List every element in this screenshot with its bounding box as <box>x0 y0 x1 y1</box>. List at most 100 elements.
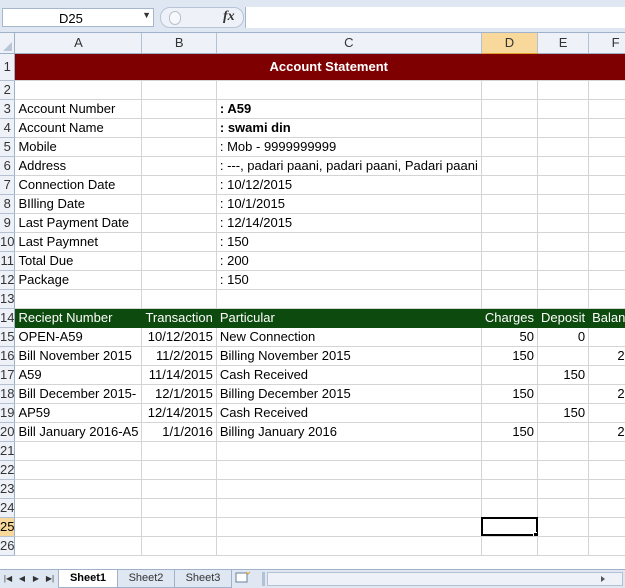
sheet-cell[interactable]: : Mob - 9999999999 <box>216 137 482 157</box>
sheet-cell[interactable]: Bill January 2016-A5 <box>14 422 143 442</box>
sheet-cell[interactable] <box>537 213 590 233</box>
sheet-cell[interactable] <box>588 536 625 556</box>
row-header[interactable]: 22 <box>0 460 16 480</box>
sheet-cell[interactable] <box>141 517 217 537</box>
sheet-cell[interactable] <box>14 536 143 556</box>
sheet-cell[interactable] <box>588 289 625 309</box>
sheet-cell[interactable] <box>481 175 539 195</box>
sheet-cell[interactable]: Last Paymnet <box>14 232 143 252</box>
sheet-cell[interactable]: 150 <box>481 422 539 442</box>
sheet-cell[interactable] <box>537 99 590 119</box>
sheet-cell[interactable] <box>588 498 625 518</box>
sheet-cell[interactable] <box>588 460 625 480</box>
sheet-cell[interactable] <box>216 441 482 461</box>
sheet-cell[interactable] <box>216 289 482 309</box>
column-header-a[interactable]: A <box>14 33 143 54</box>
table-header-cell[interactable]: Reciept Number <box>14 308 143 328</box>
sheet-cell[interactable] <box>481 365 539 385</box>
sheet-cell[interactable] <box>141 137 217 157</box>
sheet-cell[interactable] <box>481 403 539 423</box>
sheet-cell[interactable]: 50 <box>588 403 625 423</box>
tab-sheet1[interactable]: Sheet1 <box>58 570 118 588</box>
sheet-cell[interactable] <box>588 213 625 233</box>
sheet-cell[interactable]: Bill December 2015- <box>14 384 143 404</box>
row-header[interactable]: 23 <box>0 479 16 499</box>
sheet-cell[interactable] <box>141 479 217 499</box>
sheet-cell[interactable]: 50 <box>481 327 539 347</box>
sheet-cell[interactable]: : ---, padari paani, padari paani, Padar… <box>216 156 482 176</box>
sheet-cell[interactable] <box>537 289 590 309</box>
sheet-cell[interactable] <box>588 232 625 252</box>
sheet-cell[interactable]: : 200 <box>216 251 482 271</box>
sheet-cell[interactable]: 0 <box>537 327 590 347</box>
sheet-cell[interactable] <box>14 460 143 480</box>
sheet-cell[interactable]: 11/2/2015 <box>141 346 217 366</box>
last-sheet-icon[interactable]: ▶| <box>44 572 56 586</box>
sheet-cell[interactable] <box>537 118 590 138</box>
sheet-cell[interactable]: 150 <box>537 365 590 385</box>
sheet-cell[interactable] <box>141 175 217 195</box>
sheet-cell[interactable] <box>537 194 590 214</box>
sheet-cell[interactable] <box>14 498 143 518</box>
sheet-cell[interactable] <box>588 80 625 100</box>
sheet-cell[interactable] <box>481 80 539 100</box>
sheet-cell[interactable] <box>588 270 625 290</box>
sheet-cell[interactable]: Bill November 2015 <box>14 346 143 366</box>
tab-sheet2[interactable]: Sheet2 <box>117 570 175 588</box>
sheet-cell[interactable] <box>216 536 482 556</box>
sheet-cell[interactable]: New Connection <box>216 327 482 347</box>
sheet-cell[interactable] <box>14 517 143 537</box>
sheet-cell[interactable] <box>481 213 539 233</box>
sheet-cell[interactable] <box>537 479 590 499</box>
sheet-cell[interactable]: Cash Received <box>216 365 482 385</box>
table-header-cell[interactable]: Deposit <box>537 308 590 328</box>
sheet-cell[interactable] <box>481 251 539 271</box>
select-all-button[interactable] <box>0 33 16 54</box>
row-header[interactable]: 13 <box>0 289 16 309</box>
sheet-cell[interactable]: Account Name <box>14 118 143 138</box>
sheet-cell[interactable]: 12/1/2015 <box>141 384 217 404</box>
sheet-cell[interactable]: 50 <box>588 327 625 347</box>
sheet-cell[interactable] <box>141 441 217 461</box>
sheet-cell[interactable]: Mobile <box>14 137 143 157</box>
sheet-cell[interactable] <box>481 536 539 556</box>
row-header[interactable]: 26 <box>0 536 16 556</box>
sheet-cell[interactable] <box>481 517 539 537</box>
sheet-cell[interactable] <box>537 498 590 518</box>
insert-function-button[interactable]: fx <box>223 9 235 25</box>
sheet-cell[interactable]: 200 <box>588 384 625 404</box>
sheet-cell[interactable] <box>481 441 539 461</box>
sheet-cell[interactable]: Connection Date <box>14 175 143 195</box>
statement-title[interactable]: Account Statement <box>14 53 625 81</box>
row-header[interactable]: 7 <box>0 175 16 195</box>
sheet-cell[interactable]: 200 <box>588 422 625 442</box>
sheet-cell[interactable] <box>141 99 217 119</box>
sheet-cell[interactable] <box>537 251 590 271</box>
sheet-cell[interactable] <box>588 156 625 176</box>
row-header[interactable]: 4 <box>0 118 16 138</box>
sheet-cell[interactable]: OPEN-A59 <box>14 327 143 347</box>
sheet-cell[interactable] <box>537 80 590 100</box>
sheet-cell[interactable]: : 150 <box>216 270 482 290</box>
sheet-cell[interactable] <box>216 479 482 499</box>
sheet-cell[interactable] <box>481 270 539 290</box>
sheet-cell[interactable] <box>537 156 590 176</box>
sheet-cell[interactable] <box>14 289 143 309</box>
sheet-cell[interactable] <box>14 479 143 499</box>
row-header[interactable]: 18 <box>0 384 16 404</box>
sheet-cell[interactable] <box>481 137 539 157</box>
row-header[interactable]: 12 <box>0 270 16 290</box>
sheet-cell[interactable] <box>537 384 590 404</box>
formula-input[interactable] <box>245 7 625 28</box>
column-header-d[interactable]: D <box>481 33 539 54</box>
sheet-cell[interactable]: A59 <box>14 365 143 385</box>
sheet-cell[interactable]: : A59 <box>216 99 482 119</box>
sheet-cell[interactable] <box>481 460 539 480</box>
sheet-cell[interactable]: 150 <box>481 384 539 404</box>
next-sheet-icon[interactable]: ▶ <box>30 572 42 586</box>
sheet-cell[interactable]: : 150 <box>216 232 482 252</box>
row-header[interactable]: 6 <box>0 156 16 176</box>
sheet-cell[interactable] <box>481 118 539 138</box>
sheet-cell[interactable] <box>141 536 217 556</box>
sheet-cell[interactable] <box>216 498 482 518</box>
